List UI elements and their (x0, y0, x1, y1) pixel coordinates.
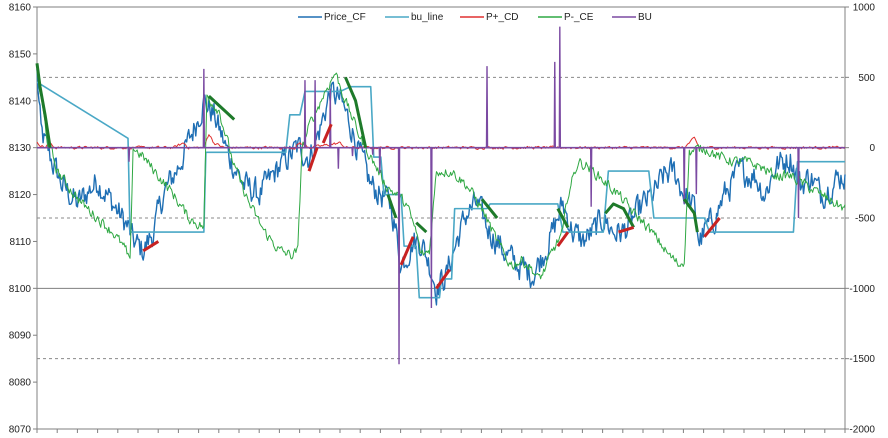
left-tick-label: 8130 (9, 143, 32, 154)
right-y-axis: 1000 500 0 -500 -1000 -1500 -2000 (845, 3, 875, 436)
legend-label: P+_CD (486, 12, 519, 23)
series-bu-spike (397, 147, 401, 365)
series-bu-spike (378, 147, 382, 174)
left-tick-label: 8110 (9, 237, 31, 248)
right-tick-label: -500 (855, 214, 875, 225)
series-bu-spike (127, 147, 131, 162)
right-tick-label: 0 (869, 143, 875, 154)
left-tick-label: 8140 (9, 96, 32, 107)
series-bu-spike (313, 80, 317, 148)
left-tick-label: 8070 (9, 425, 32, 436)
highlight-segment (344, 76, 368, 148)
highlight-segment (415, 221, 428, 234)
left-tick-label: 8120 (9, 190, 32, 201)
series-bu-spike (695, 147, 698, 195)
right-tick-label: 1000 (853, 3, 876, 14)
series-bu-spike (351, 147, 354, 157)
series-bu-spike (797, 147, 800, 219)
series-bu-spike (303, 80, 307, 148)
legend-label: Price_CF (324, 12, 366, 23)
legend-label: BU (638, 12, 652, 23)
series-bu-spike (558, 26, 562, 148)
left-tick-label: 8150 (9, 49, 32, 60)
chart: 8160 8150 8140 8130 8120 8110 8100 8090 8080 8070… (9, 3, 876, 436)
series-p-ce (36, 71, 846, 280)
left-tick-label: 8160 (9, 3, 32, 14)
right-tick-label: -2000 (849, 425, 875, 436)
series-bu-spike (202, 68, 206, 148)
series-bu-spike (371, 147, 374, 155)
legend-label: P-_CE (564, 12, 594, 23)
series-bu-spike (337, 147, 340, 169)
left-tick-label: 8100 (9, 284, 32, 295)
right-tick-label: -1500 (849, 354, 875, 365)
series-bu-spike (589, 147, 593, 207)
legend: Price_CF bu_line P+_CD P-_CE BU (298, 12, 652, 23)
right-tick-label: 500 (858, 73, 875, 84)
right-tick-label: -1000 (849, 284, 875, 295)
left-tick-label: 8080 (9, 378, 32, 389)
series-bu-spike (329, 88, 332, 148)
gridlines (36, 6, 846, 430)
highlight-segment (618, 225, 635, 234)
left-tick-label: 8090 (9, 331, 32, 342)
series-bu-spike (683, 147, 686, 204)
series-price-cf (36, 68, 846, 306)
series-bu-spike (430, 147, 433, 309)
series-bu-spike (485, 66, 489, 148)
legend-label: bu_line (411, 12, 444, 23)
series-bu-spike (553, 61, 556, 148)
